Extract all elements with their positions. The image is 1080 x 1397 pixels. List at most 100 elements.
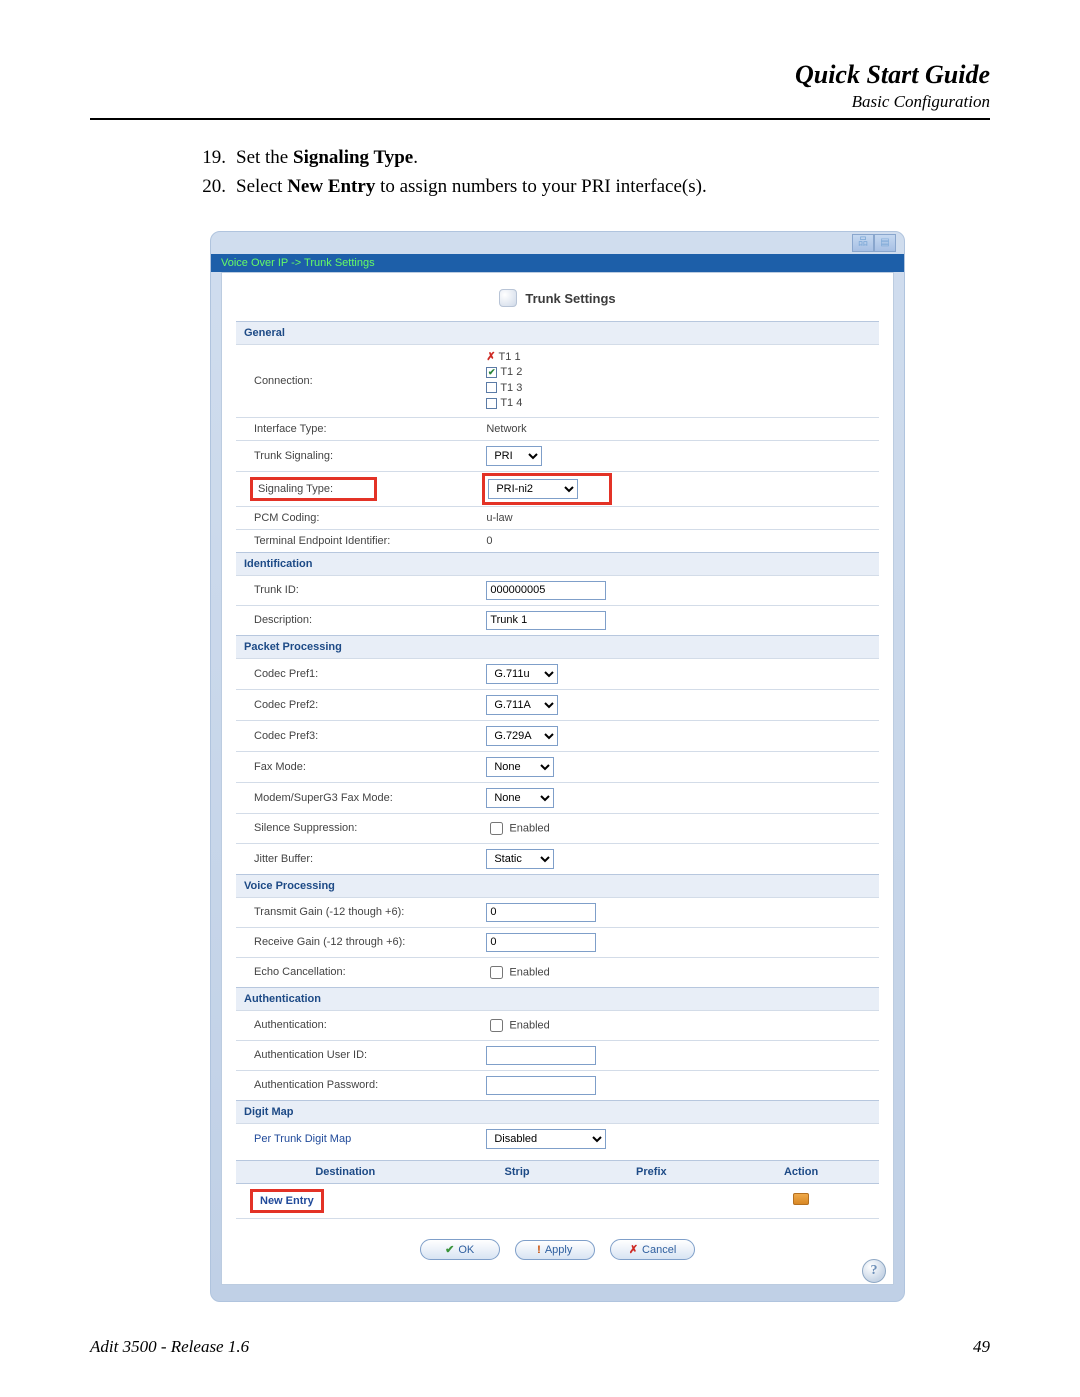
section-voice: Voice Processing — [236, 874, 879, 897]
label-pcm: PCM Coding: — [236, 506, 480, 529]
checkbox-icon[interactable] — [486, 382, 497, 393]
instruction-num: 20. — [200, 173, 236, 202]
label-per-trunk[interactable]: Per Trunk Digit Map — [236, 1123, 480, 1154]
row-auth: Authentication: Enabled — [236, 1010, 879, 1040]
window-topbar: 品 ▤ — [211, 232, 904, 254]
row-interface-type: Interface Type: Network — [236, 417, 879, 440]
cancel-button[interactable]: ✗Cancel — [610, 1239, 695, 1260]
row-tei: Terminal Endpoint Identifier: 0 — [236, 529, 879, 552]
checkbox-icon[interactable]: ✔ — [486, 367, 497, 378]
select-signaling-type[interactable]: PRI-ni2 — [488, 479, 578, 499]
instruction-text: Select New Entry to assign numbers to yo… — [236, 173, 990, 202]
select-codec2[interactable]: G.711A — [486, 695, 558, 715]
label-jitter: Jitter Buffer: — [236, 843, 480, 874]
input-auth-user[interactable] — [486, 1046, 596, 1065]
footer-page-number: 49 — [973, 1337, 990, 1357]
input-description[interactable] — [486, 611, 606, 630]
select-codec1[interactable]: G.711u — [486, 664, 558, 684]
label-description: Description: — [236, 605, 480, 635]
row-jitter: Jitter Buffer: Static — [236, 843, 879, 874]
label-codec1: Codec Pref1: — [236, 658, 480, 689]
section-auth: Authentication — [236, 987, 879, 1010]
value-interface-type: Network — [480, 417, 879, 440]
checkbox-icon[interactable] — [486, 398, 497, 409]
add-icon[interactable] — [793, 1193, 809, 1205]
label-auth-user: Authentication User ID: — [236, 1040, 480, 1070]
button-row: ✔OK !Apply ✗Cancel — [236, 1239, 879, 1260]
row-txgain: Transmit Gain (-12 though +6): — [236, 897, 879, 927]
label-trunk-signaling: Trunk Signaling: — [236, 440, 480, 471]
input-txgain[interactable] — [486, 903, 596, 922]
label-interface-type: Interface Type: — [236, 417, 480, 440]
row-codec1: Codec Pref1: G.711u — [236, 658, 879, 689]
new-entry-link[interactable]: New Entry — [256, 1193, 318, 1209]
header-rule — [90, 118, 990, 120]
instruction-num: 19. — [200, 144, 236, 173]
row-codec2: Codec Pref2: G.711A — [236, 689, 879, 720]
row-echo: Echo Cancellation: Enabled — [236, 957, 879, 987]
trunk-icon — [499, 289, 517, 307]
digit-map-table: Destination Strip Prefix Action New Entr… — [236, 1160, 879, 1219]
topbar-icon-2[interactable]: ▤ — [874, 234, 896, 252]
row-pcm: PCM Coding: u-law — [236, 506, 879, 529]
section-general: General — [236, 322, 879, 345]
help-icon[interactable]: ? — [862, 1259, 886, 1283]
label-codec2: Codec Pref2: — [236, 689, 480, 720]
row-silence: Silence Suppression: Enabled — [236, 813, 879, 843]
select-fax[interactable]: None — [486, 757, 554, 777]
checkbox-auth[interactable] — [490, 1019, 503, 1032]
section-packet: Packet Processing — [236, 635, 879, 658]
guide-subtitle: Basic Configuration — [90, 92, 990, 112]
instruction-list: 19. Set the Signaling Type. 20. Select N… — [200, 144, 990, 201]
row-modem-fax: Modem/SuperG3 Fax Mode: None — [236, 782, 879, 813]
select-per-trunk[interactable]: Disabled — [486, 1129, 606, 1149]
label-rxgain: Receive Gain (-12 through +6): — [236, 927, 480, 957]
row-fax: Fax Mode: None — [236, 751, 879, 782]
page-header: Quick Start Guide Basic Configuration — [90, 60, 990, 112]
panel-title: Trunk Settings — [236, 289, 879, 307]
select-modem-fax[interactable]: None — [486, 788, 554, 808]
row-per-trunk: Per Trunk Digit Map Disabled — [236, 1123, 879, 1154]
breadcrumb: Voice Over IP -> Trunk Settings — [211, 254, 904, 272]
value-pcm: u-law — [480, 506, 879, 529]
label-echo: Echo Cancellation: — [236, 957, 480, 987]
label-connection: Connection: — [236, 345, 480, 418]
row-signaling-type: Signaling Type: PRI-ni2 — [236, 471, 879, 506]
row-codec3: Codec Pref3: G.729A — [236, 720, 879, 751]
checkbox-silence[interactable] — [490, 822, 503, 835]
instruction-text: Set the Signaling Type. — [236, 144, 990, 173]
th-prefix: Prefix — [580, 1160, 724, 1183]
value-connection: ✗T1 1 ✔T1 2 T1 3 T1 4 — [480, 345, 879, 418]
row-auth-pass: Authentication Password: — [236, 1070, 879, 1100]
th-destination: Destination — [236, 1160, 455, 1183]
select-jitter[interactable]: Static — [486, 849, 554, 869]
settings-form: General Connection: ✗T1 1 ✔T1 2 T1 3 T1 … — [236, 321, 879, 1154]
label-auth-pass: Authentication Password: — [236, 1070, 480, 1100]
input-auth-pass[interactable] — [486, 1076, 596, 1095]
row-trunk-signaling: Trunk Signaling: PRI — [236, 440, 879, 471]
instruction-20: 20. Select New Entry to assign numbers t… — [200, 173, 990, 202]
label-tei: Terminal Endpoint Identifier: — [236, 529, 480, 552]
label-trunk-id: Trunk ID: — [236, 575, 480, 605]
row-new-entry: New Entry — [236, 1183, 879, 1218]
label-auth: Authentication: — [236, 1010, 480, 1040]
input-rxgain[interactable] — [486, 933, 596, 952]
checkbox-echo[interactable] — [490, 966, 503, 979]
select-trunk-signaling[interactable]: PRI — [486, 446, 542, 466]
x-icon: ✗ — [486, 351, 495, 363]
input-trunk-id[interactable] — [486, 581, 606, 600]
topbar-icon-1[interactable]: 品 — [852, 234, 874, 252]
ok-button[interactable]: ✔OK — [420, 1239, 500, 1260]
apply-button[interactable]: !Apply — [515, 1240, 595, 1260]
label-signaling-type: Signaling Type: — [236, 471, 480, 506]
value-tei: 0 — [480, 529, 879, 552]
instruction-19: 19. Set the Signaling Type. — [200, 144, 990, 173]
panel-body: Trunk Settings General Connection: ✗T1 1… — [221, 272, 894, 1285]
row-trunk-id: Trunk ID: — [236, 575, 879, 605]
select-codec3[interactable]: G.729A — [486, 726, 558, 746]
guide-title: Quick Start Guide — [90, 60, 990, 90]
footer-product: Adit 3500 - Release 1.6 — [90, 1337, 249, 1357]
label-fax: Fax Mode: — [236, 751, 480, 782]
section-digit: Digit Map — [236, 1100, 879, 1123]
row-connection: Connection: ✗T1 1 ✔T1 2 T1 3 T1 4 — [236, 345, 879, 418]
